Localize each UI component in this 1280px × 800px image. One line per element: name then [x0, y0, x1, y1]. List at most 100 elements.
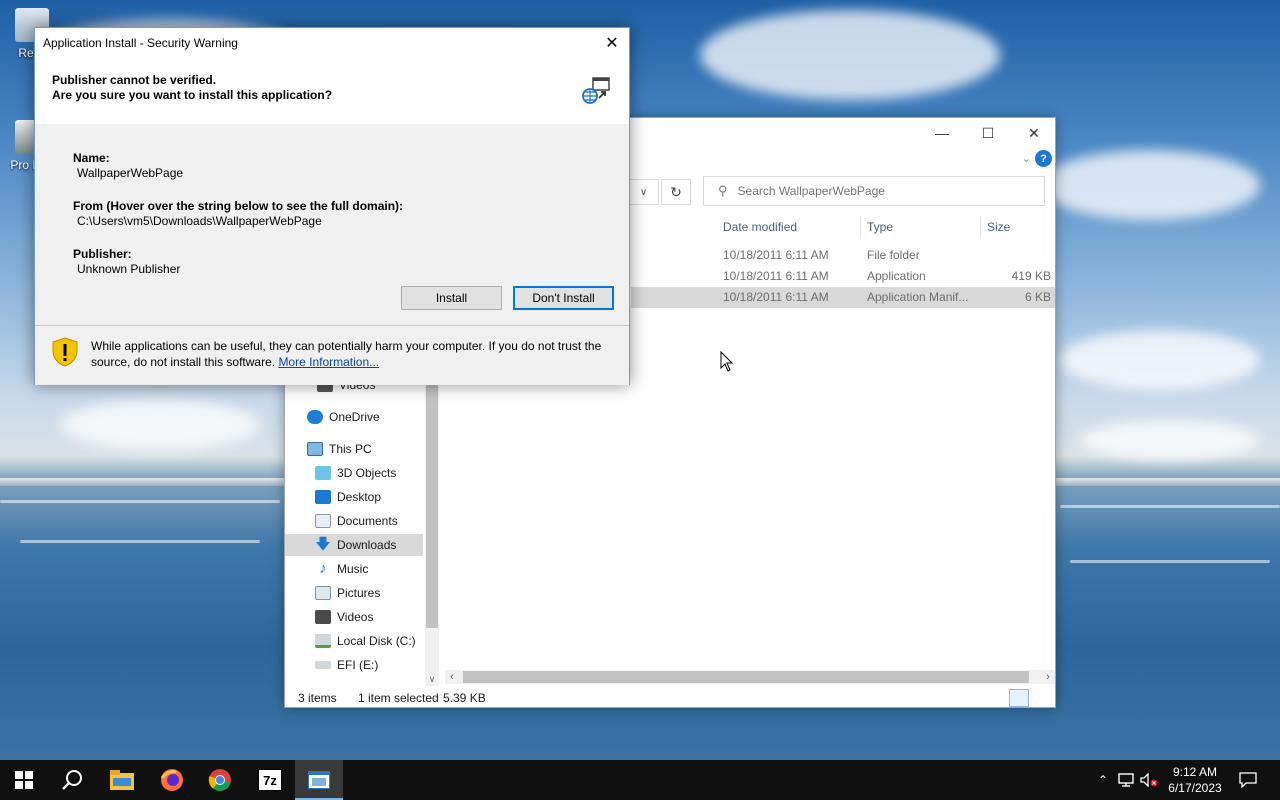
- search-input[interactable]: [737, 184, 1028, 198]
- file-date: 10/18/2011 6:11 AM: [723, 290, 829, 304]
- nav-label: Videos: [337, 610, 374, 624]
- chevron-up-icon: ⌃: [1097, 773, 1109, 787]
- status-bar: 3 items 1 item selected 5.39 KB: [285, 688, 1055, 708]
- cloud: [1060, 330, 1260, 390]
- warning-footer: While applications can be useful, they c…: [35, 326, 629, 385]
- chrome-icon: [208, 769, 231, 791]
- maximize-button[interactable]: ☐: [965, 118, 1011, 148]
- nav-label: Downloads: [337, 538, 397, 552]
- column-header-type[interactable]: Type: [861, 216, 981, 238]
- dialog-header: Publisher cannot be verified. Are you su…: [35, 58, 629, 124]
- nav-item-downloads[interactable]: 🡇 Downloads: [285, 534, 423, 556]
- scrollbar-thumb[interactable]: [463, 671, 1029, 683]
- file-size: 6 KB: [1024, 290, 1051, 304]
- warning-text: While applications can be useful, they c…: [91, 338, 621, 370]
- scroll-right-arrow-icon[interactable]: ›: [1041, 670, 1055, 684]
- file-row-selected[interactable]: 10/18/2011 6:11 AM Application Manif... …: [631, 287, 1055, 308]
- nav-label: This PC: [329, 442, 372, 456]
- chevron-down-icon[interactable]: ⌄: [1022, 152, 1031, 165]
- name-label: Name:: [73, 151, 110, 165]
- file-date: 10/18/2011 6:11 AM: [723, 269, 829, 283]
- wave: [1060, 505, 1280, 508]
- taskbar-clock[interactable]: 9:12 AM 6/17/2023: [1160, 764, 1230, 796]
- publisher-label: Publisher:: [73, 247, 132, 261]
- nav-label: OneDrive: [329, 410, 380, 424]
- network-tray-button[interactable]: [1116, 760, 1136, 800]
- taskbar-firefox[interactable]: [148, 760, 196, 800]
- large-icons-view-button[interactable]: [1031, 689, 1051, 707]
- dont-install-button[interactable]: Don't Install: [513, 286, 614, 310]
- refresh-button[interactable]: ↻: [661, 179, 691, 205]
- minimize-button[interactable]: —: [919, 118, 965, 148]
- scroll-left-arrow-icon[interactable]: ‹: [445, 670, 459, 684]
- clickonce-app-icon: [582, 77, 610, 104]
- close-button[interactable]: ✕: [1011, 118, 1057, 148]
- more-information-link[interactable]: More Information...: [278, 355, 379, 369]
- header-warning-line2: Are you sure you want to install this ap…: [52, 88, 333, 102]
- scrollbar-thumb[interactable]: [426, 370, 438, 628]
- dialog-title: Application Install - Security Warning: [43, 36, 238, 50]
- file-type: Application: [867, 269, 926, 283]
- status-size: 5.39 KB: [443, 691, 486, 705]
- installer-icon: [308, 771, 330, 789]
- from-label: From (Hover over the string below to see…: [73, 199, 404, 213]
- address-dropdown-button[interactable]: ∨: [629, 179, 659, 205]
- documents-icon: [315, 514, 331, 528]
- install-button[interactable]: Install: [401, 286, 502, 310]
- volume-muted-icon: [1140, 773, 1158, 787]
- status-selection: 1 item selected: [358, 691, 439, 705]
- name-value: WallpaperWebPage: [77, 166, 184, 180]
- download-arrow-icon: 🡇: [315, 536, 331, 553]
- file-row[interactable]: 10/18/2011 6:11 AM Application 419 KB: [641, 266, 1055, 287]
- start-icon: [15, 771, 33, 789]
- firefox-icon: [160, 769, 183, 791]
- warning-shield-icon: [52, 337, 78, 367]
- nav-vertical-scrollbar[interactable]: ∨: [425, 370, 439, 686]
- network-icon: [1118, 773, 1134, 787]
- column-header-date[interactable]: Date modified: [717, 216, 861, 238]
- file-row[interactable]: 10/18/2011 6:11 AM File folder: [641, 245, 1055, 266]
- start-button[interactable]: [0, 760, 48, 800]
- nav-label: Music: [337, 562, 369, 576]
- nav-label: Pictures: [337, 586, 381, 600]
- scroll-down-arrow-icon[interactable]: ∨: [425, 672, 439, 686]
- dialog-titlebar: Application Install - Security Warning ✕: [35, 28, 629, 58]
- search-icon: [62, 770, 82, 790]
- clock-time: 9:12 AM: [1172, 765, 1218, 779]
- cloud: [1080, 420, 1260, 460]
- taskbar-7zip[interactable]: 7z: [246, 760, 294, 800]
- nav-label: Local Disk (C:): [337, 634, 416, 648]
- dialog-close-button[interactable]: ✕: [595, 28, 629, 58]
- details-view-button[interactable]: [1009, 689, 1029, 707]
- help-icon[interactable]: ?: [1035, 150, 1052, 167]
- mouse-cursor-icon: [720, 351, 734, 372]
- from-value[interactable]: C:\Users\vm5\Downloads\WallpaperWebPage: [77, 214, 322, 228]
- search-box[interactable]: ⚲: [703, 176, 1045, 206]
- taskbar-chrome[interactable]: [196, 760, 244, 800]
- taskbar-installer[interactable]: [295, 760, 343, 800]
- search-icon: ⚲: [718, 183, 728, 198]
- volume-tray-button[interactable]: [1138, 760, 1160, 800]
- desktop-folder-icon: [315, 490, 331, 504]
- taskbar: 7z ⌃ 9:12 AM 6/17/2023: [0, 760, 1280, 800]
- 7zip-icon: 7z: [258, 769, 282, 791]
- notification-center-button[interactable]: [1234, 760, 1262, 800]
- header-warning-line1: Publisher cannot be verified.: [52, 73, 217, 87]
- notification-icon: [1239, 772, 1257, 788]
- taskbar-search-button[interactable]: [48, 760, 96, 800]
- nav-label: 3D Objects: [337, 466, 397, 480]
- chevron-down-icon: ∨: [639, 186, 648, 198]
- clock-date: 6/17/2023: [1168, 781, 1222, 795]
- security-warning-dialog: Application Install - Security Warning ✕…: [34, 27, 630, 385]
- nav-label: Documents: [337, 514, 398, 528]
- refresh-icon: ↻: [670, 183, 682, 200]
- taskbar-file-explorer[interactable]: [98, 760, 146, 800]
- file-date: 10/18/2011 6:11 AM: [723, 248, 829, 262]
- close-icon: ✕: [605, 35, 619, 52]
- horizontal-scrollbar[interactable]: ‹ ›: [445, 670, 1055, 684]
- onedrive-icon: [307, 410, 323, 424]
- wave: [1070, 560, 1270, 563]
- column-header-size[interactable]: Size: [981, 216, 1055, 238]
- file-type: Application Manif...: [867, 290, 969, 304]
- show-hidden-icons-button[interactable]: ⌃: [1094, 760, 1112, 800]
